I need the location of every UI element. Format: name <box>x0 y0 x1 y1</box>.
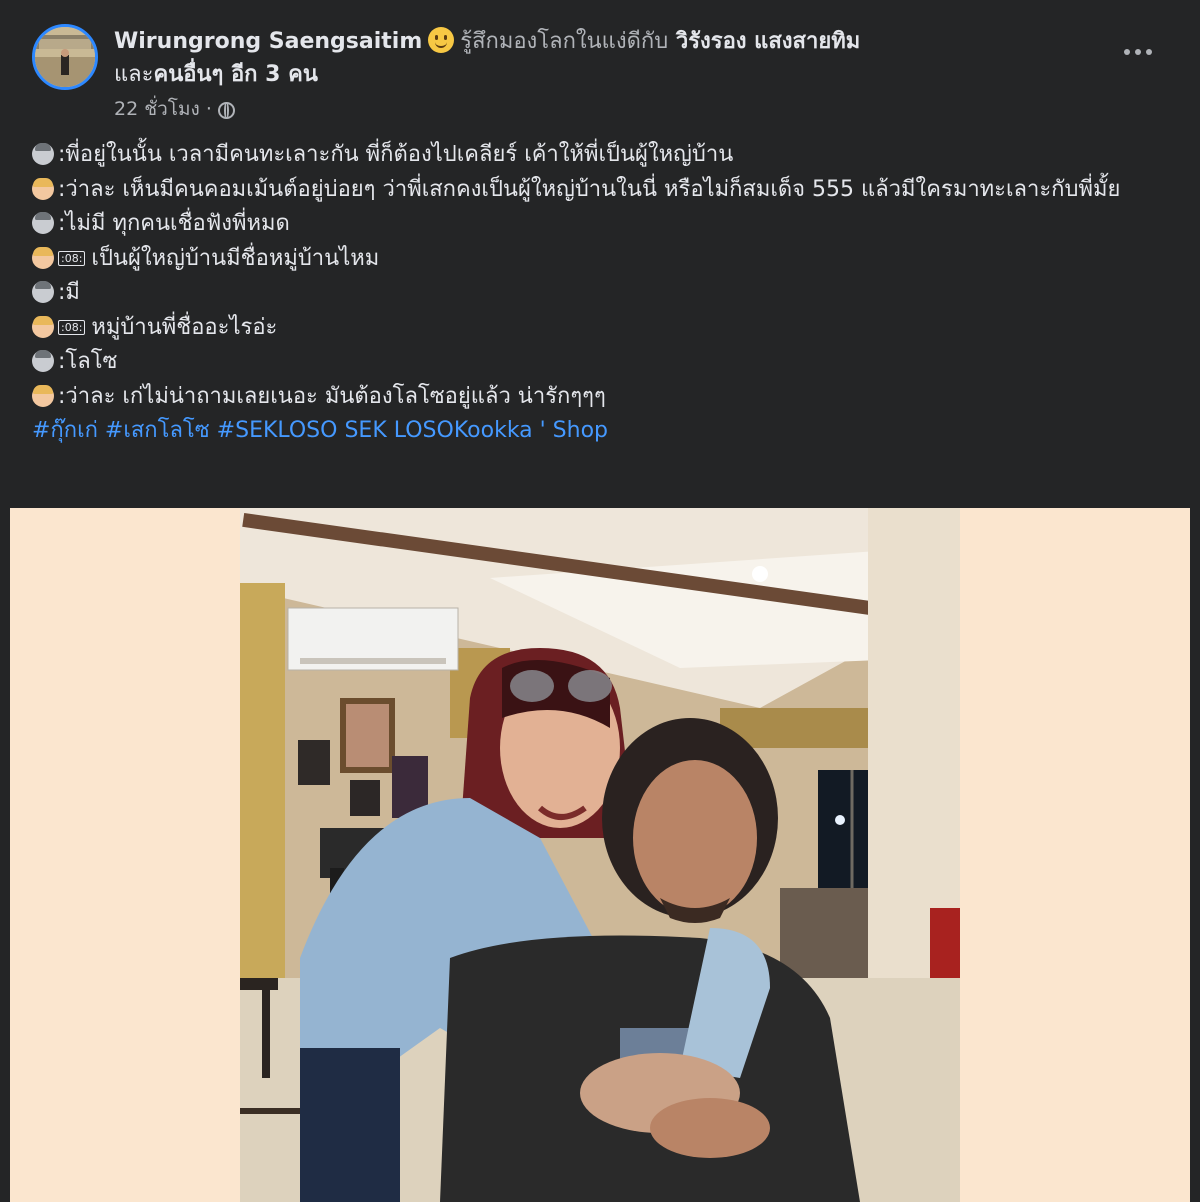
dialogue-line: :08: หมู่บ้านพี่ชื่ออะไรอ่ะ <box>32 311 1172 346</box>
dialogue-text: :โลโซ <box>58 349 118 374</box>
author-name[interactable]: Wirungrong Saengsaitim <box>114 29 422 54</box>
man-face-icon <box>32 212 54 234</box>
man-face-icon <box>32 143 54 165</box>
more-dot-icon <box>1135 49 1141 55</box>
more-dot-icon <box>1146 49 1152 55</box>
post-text: :พี่อยู่ในนั้น เวลามีคนทะเลาะกัน พี่ก็ต้… <box>32 138 1172 449</box>
facebook-post: Wirungrong Saengsaitim รู้สึกมองโลกในแง่ด… <box>0 0 1200 1202</box>
dialogue-line: :พี่อยู่ในนั้น เวลามีคนทะเลาะกัน พี่ก็ต้… <box>32 138 1172 173</box>
hashtag-link[interactable]: #เสกโลโซ <box>105 418 210 443</box>
tagged-person[interactable]: วิรังรอง แสงสายทิม <box>676 29 860 54</box>
woman-face-icon <box>32 315 54 338</box>
woman-face-icon <box>32 246 54 269</box>
man-face-icon <box>32 281 54 303</box>
others-link[interactable]: คนอื่นๆ อีก 3 คน <box>153 62 317 87</box>
emoji-code-tag: :08: <box>58 319 86 335</box>
dialogue-text: :มี <box>58 280 80 305</box>
man-face-icon <box>32 350 54 372</box>
post-meta: 22 ชั่วโมง · <box>114 96 235 122</box>
post-header: Wirungrong Saengsaitim รู้สึกมองโลกในแง่ด… <box>0 0 1200 130</box>
post-photo-container[interactable] <box>10 508 1190 1202</box>
dialogue-line: :มี <box>32 276 1172 311</box>
hashtag-link[interactable]: SEK LOSOKookka ' Shop <box>344 418 608 443</box>
globe-icon[interactable] <box>217 102 235 119</box>
dialogue-line: :ว่าละ เห็นมีคนคอมเม้นต์อยู่บ่อยๆ ว่าพี่… <box>32 173 1172 208</box>
more-options-icon[interactable] <box>1116 38 1160 66</box>
dialogue-text: หมู่บ้านพี่ชื่ออะไรอ่ะ <box>91 314 278 340</box>
avatar-image <box>35 27 95 87</box>
photo-couple-hug <box>240 508 960 1202</box>
hashtag-line: #กุ๊กเก่ #เสกโลโซ #SEKLOSO SEK LOSOKookk… <box>32 414 1172 449</box>
hashtag-link[interactable]: #SEKLOSO <box>217 418 338 443</box>
woman-face-icon <box>32 384 54 407</box>
dialogue-text: :ว่าละ เก่ไม่น่าถามเลยเนอะ มันต้องโลโซอย… <box>58 383 606 409</box>
woman-face-icon <box>32 177 54 200</box>
dialogue-text: :ไม่มี ทุกคนเชื่อฟังพี่หมด <box>58 211 290 236</box>
author-line-2: และคนอื่นๆ อีก 3 คน <box>114 60 318 90</box>
dialogue-line: :08: เป็นผู้ใหญ่บ้านมีชื่อหมู่บ้านไหม <box>32 242 1172 277</box>
post-photo[interactable] <box>240 508 960 1202</box>
dialogue-text: เป็นผู้ใหญ่บ้านมีชื่อหมู่บ้านไหม <box>91 245 380 271</box>
emoji-code-tag: :08: <box>58 250 86 266</box>
dialogue-line: :ว่าละ เก่ไม่น่าถามเลยเนอะ มันต้องโลโซอย… <box>32 380 1172 415</box>
author-line: Wirungrong Saengsaitim รู้สึกมองโลกในแง่ด… <box>114 26 1074 58</box>
meta-separator: · <box>205 98 212 120</box>
dialogue-text: :ว่าละ เห็นมีคนคอมเม้นต์อยู่บ่อยๆ ว่าพี่… <box>58 176 1121 202</box>
more-dot-icon <box>1124 49 1130 55</box>
and-label: และ <box>114 62 154 87</box>
smiling-face-icon <box>428 27 455 53</box>
author-avatar[interactable] <box>32 24 98 90</box>
dialogue-line: :โลโซ <box>32 345 1172 380</box>
dialogue-line: :ไม่มี ทุกคนเชื่อฟังพี่หมด <box>32 207 1172 242</box>
hashtag-link[interactable]: #กุ๊กเก่ <box>32 418 98 443</box>
dialogue-text: :พี่อยู่ในนั้น เวลามีคนทะเลาะกัน พี่ก็ต้… <box>58 142 734 167</box>
post-time[interactable]: 22 ชั่วโมง <box>114 98 200 120</box>
feeling-text: รู้สึกมองโลกในแง่ดีกับ <box>460 29 669 54</box>
